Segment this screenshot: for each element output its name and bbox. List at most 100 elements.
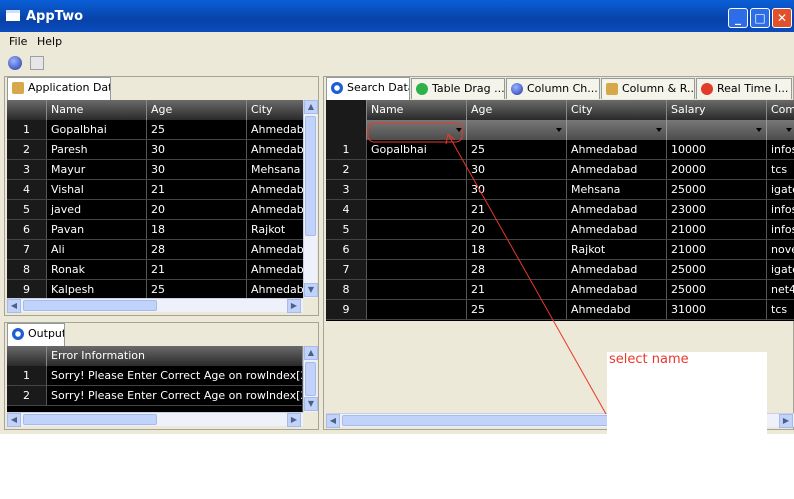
cell-age[interactable]: 21 [147,180,247,200]
cell-age[interactable]: 21 [467,280,567,300]
cell-name[interactable]: javed [47,200,147,220]
cell-age[interactable]: 25 [467,140,567,160]
cell-name[interactable]: Paresh [47,140,147,160]
save-icon[interactable] [30,56,44,70]
tab-application-data[interactable]: Application Data [7,77,111,100]
cell-city[interactable]: Ahmedabd [567,300,667,320]
cell-salary[interactable]: 25000 [667,260,767,280]
cell-city[interactable]: Ahmedabad [247,140,303,160]
scroll-right-button[interactable]: ▶ [779,414,793,428]
cell-name[interactable]: Kalpesh [47,280,147,298]
cell-age[interactable]: 25 [467,300,567,320]
column-header-comp[interactable]: Comp [767,100,794,120]
cell-age[interactable]: 20 [467,220,567,240]
cell-name[interactable] [367,200,467,220]
cell-name[interactable]: Ronak [47,260,147,280]
menu-help[interactable]: Help [37,35,62,48]
cell-salary[interactable]: 20000 [667,160,767,180]
cell-error-text[interactable]: Sorry! Please Enter Correct Age on rowIn… [47,366,303,386]
cell-city[interactable]: Ahmedabad [247,260,303,280]
tab-output[interactable]: Output [7,323,65,346]
filter-dropdown-name[interactable] [367,120,467,140]
cell-age[interactable]: 25 [147,280,247,298]
cell-comp[interactable]: igate [767,260,794,280]
cell-comp[interactable]: tcs [767,300,794,320]
cell-age[interactable]: 25 [147,120,247,140]
column-header-age[interactable]: Age [467,100,567,120]
cell-city[interactable]: Ahmedabad [567,160,667,180]
cell-name[interactable]: Ali [47,240,147,260]
cell-age[interactable]: 21 [147,260,247,280]
scroll-right-button[interactable]: ▶ [287,413,301,427]
scroll-thumb[interactable] [305,116,316,236]
cell-city[interactable]: Ahmedabad [247,200,303,220]
cell-name[interactable] [367,160,467,180]
cell-name[interactable] [367,260,467,280]
column-header-city[interactable]: City [247,100,303,120]
cell-salary[interactable]: 10000 [667,140,767,160]
cell-name[interactable] [367,280,467,300]
cell-salary[interactable]: 21000 [667,240,767,260]
scroll-down-button[interactable]: ▼ [304,283,318,297]
cell-name[interactable]: Gopalbhai [47,120,147,140]
column-header-salary[interactable]: Salary [667,100,767,120]
cell-age[interactable]: 30 [467,180,567,200]
cell-age[interactable]: 30 [147,160,247,180]
cell-comp[interactable]: infos [767,220,794,240]
cell-name[interactable]: Pavan [47,220,147,240]
search-data-table[interactable]: NameAgeCitySalaryComp1Gopalbhai25Ahmedab… [326,100,794,321]
cell-name[interactable]: Mayur [47,160,147,180]
cell-city[interactable]: Ahmedabad [247,280,303,298]
tab-table-drag[interactable]: Table Drag ... [411,78,505,99]
scroll-up-button[interactable]: ▲ [304,346,318,360]
cell-city[interactable]: Ahmedabad [567,260,667,280]
menu-file[interactable]: File [9,35,27,48]
tab-column-change[interactable]: Column Ch... [506,78,600,99]
cell-city[interactable]: Mehsana [247,160,303,180]
scroll-left-button[interactable]: ◀ [326,414,340,428]
vertical-scrollbar[interactable]: ▲ ▼ [303,346,318,412]
cell-city[interactable]: Ahmedabad [247,180,303,200]
cell-comp[interactable]: tcs [767,160,794,180]
cell-salary[interactable]: 31000 [667,300,767,320]
filter-dropdown-city[interactable] [567,120,667,140]
scroll-thumb[interactable] [23,414,157,425]
close-icon[interactable]: ✕ [772,8,792,28]
cell-error-text[interactable]: Sorry! Please Enter Correct Age on rowIn… [47,386,303,406]
maximize-icon[interactable]: □ [750,8,770,28]
cell-name[interactable]: Gopalbhai [367,140,467,160]
cell-age[interactable]: 30 [147,140,247,160]
cell-age[interactable]: 18 [467,240,567,260]
cell-salary[interactable]: 23000 [667,200,767,220]
column-header-city[interactable]: City [567,100,667,120]
cell-age[interactable]: 18 [147,220,247,240]
cell-name[interactable] [367,240,467,260]
column-header-name[interactable]: Name [47,100,147,120]
column-header-error-information[interactable]: Error Information [47,346,303,366]
cell-age[interactable]: 28 [467,260,567,280]
cell-name[interactable] [367,220,467,240]
cell-age[interactable]: 21 [467,200,567,220]
cell-comp[interactable]: nove [767,240,794,260]
scroll-thumb[interactable] [342,415,612,426]
cell-comp[interactable]: net4 [767,280,794,300]
cell-city[interactable]: Ahmedabad [247,240,303,260]
horizontal-scrollbar[interactable]: ◀ ▶ [7,298,303,313]
cell-age[interactable]: 20 [147,200,247,220]
scroll-right-button[interactable]: ▶ [287,299,301,313]
scroll-thumb[interactable] [23,300,157,311]
cell-city[interactable]: Rajkot [567,240,667,260]
column-header-age[interactable]: Age [147,100,247,120]
tab-column-row[interactable]: Column & R... [601,78,695,99]
scroll-left-button[interactable]: ◀ [7,413,21,427]
cell-comp[interactable]: infos [767,140,794,160]
horizontal-scrollbar[interactable]: ◀ ▶ [7,412,303,427]
cell-city[interactable]: Ahmedabad [567,220,667,240]
scroll-left-button[interactable]: ◀ [7,299,21,313]
cell-salary[interactable]: 25000 [667,280,767,300]
tab-search-data[interactable]: Search Data [326,77,410,100]
cell-comp[interactable]: igate [767,180,794,200]
tab-real-time[interactable]: Real Time I... [696,78,792,99]
cell-comp[interactable]: infos [767,200,794,220]
cell-city[interactable]: Rajkot [247,220,303,240]
